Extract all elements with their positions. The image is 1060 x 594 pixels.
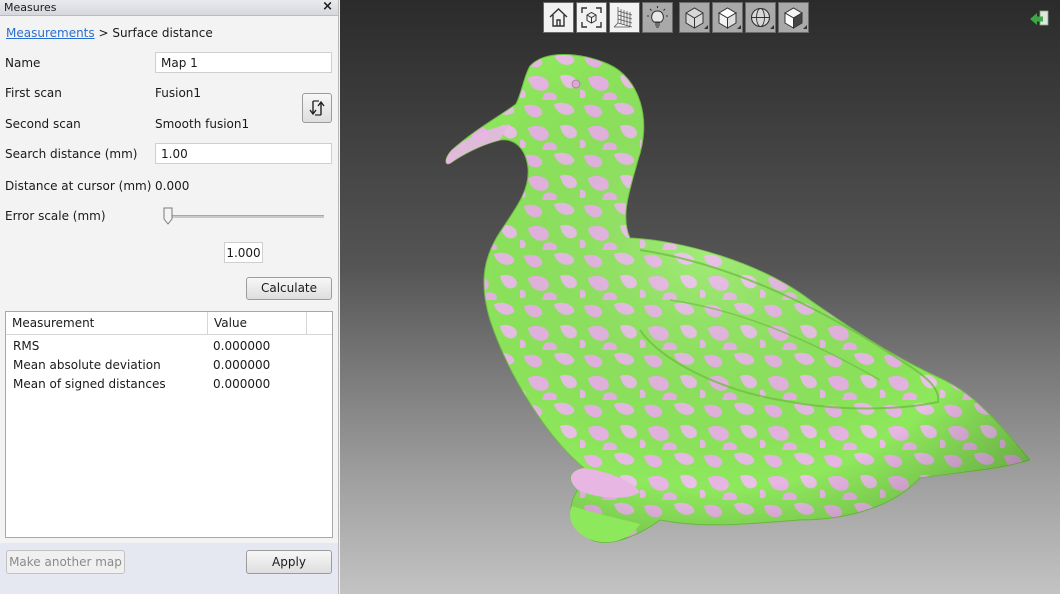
second-scan-label: Second scan: [5, 117, 81, 131]
search-distance-input[interactable]: 1.00: [155, 143, 332, 164]
first-scan-label: First scan: [5, 86, 62, 100]
search-distance-label: Search distance (mm): [5, 147, 138, 161]
distance-cursor-label: Distance at cursor (mm): [5, 179, 152, 193]
second-scan-value: Smooth fusion1: [155, 117, 250, 131]
calculate-button[interactable]: Calculate: [246, 277, 332, 300]
cell-value: 0.000000: [213, 358, 271, 372]
apply-button[interactable]: Apply: [246, 550, 332, 574]
duck-mesh-model[interactable]: [340, 0, 1060, 594]
swap-icon: [309, 100, 325, 116]
panel-titlebar: Measures ×: [0, 0, 338, 16]
breadcrumb-separator: >: [94, 26, 113, 40]
breadcrumb-link-measurements[interactable]: Measurements: [6, 26, 95, 40]
error-scale-input[interactable]: 1.000: [224, 242, 263, 263]
table-row[interactable]: RMS 0.000000: [6, 337, 332, 356]
cell-measurement: RMS: [13, 339, 40, 353]
cell-measurement: Mean of signed distances: [13, 377, 166, 391]
close-icon[interactable]: ×: [322, 0, 333, 14]
breadcrumb-current: Surface distance: [112, 26, 213, 40]
3d-viewport[interactable]: [340, 0, 1060, 594]
name-label: Name: [5, 56, 41, 70]
panel-title: Measures: [4, 1, 57, 14]
cell-measurement: Mean absolute deviation: [13, 358, 161, 372]
name-input[interactable]: Map 1: [155, 52, 332, 73]
table-header: Measurement Value: [6, 312, 332, 335]
error-scale-slider-thumb[interactable]: [163, 207, 173, 225]
swap-scans-button[interactable]: [302, 93, 332, 123]
measures-panel: Measures × Measurements > Surface distan…: [0, 0, 339, 594]
error-scale-slider-track[interactable]: [166, 215, 324, 218]
first-scan-value: Fusion1: [155, 86, 202, 100]
table-row[interactable]: Mean of signed distances 0.000000: [6, 375, 332, 394]
cell-value: 0.000000: [213, 377, 271, 391]
distance-cursor-value: 0.000: [155, 179, 190, 193]
column-header-value[interactable]: Value: [208, 312, 307, 334]
cell-value: 0.000000: [213, 339, 271, 353]
make-another-map-button[interactable]: Make another map: [6, 550, 125, 574]
error-scale-label: Error scale (mm): [5, 209, 106, 223]
breadcrumb: Measurements > Surface distance: [6, 26, 213, 40]
column-header-measurement[interactable]: Measurement: [6, 312, 208, 334]
table-row[interactable]: Mean absolute deviation 0.000000: [6, 356, 332, 375]
measurement-table: Measurement Value RMS 0.000000 Mean abso…: [5, 311, 333, 538]
